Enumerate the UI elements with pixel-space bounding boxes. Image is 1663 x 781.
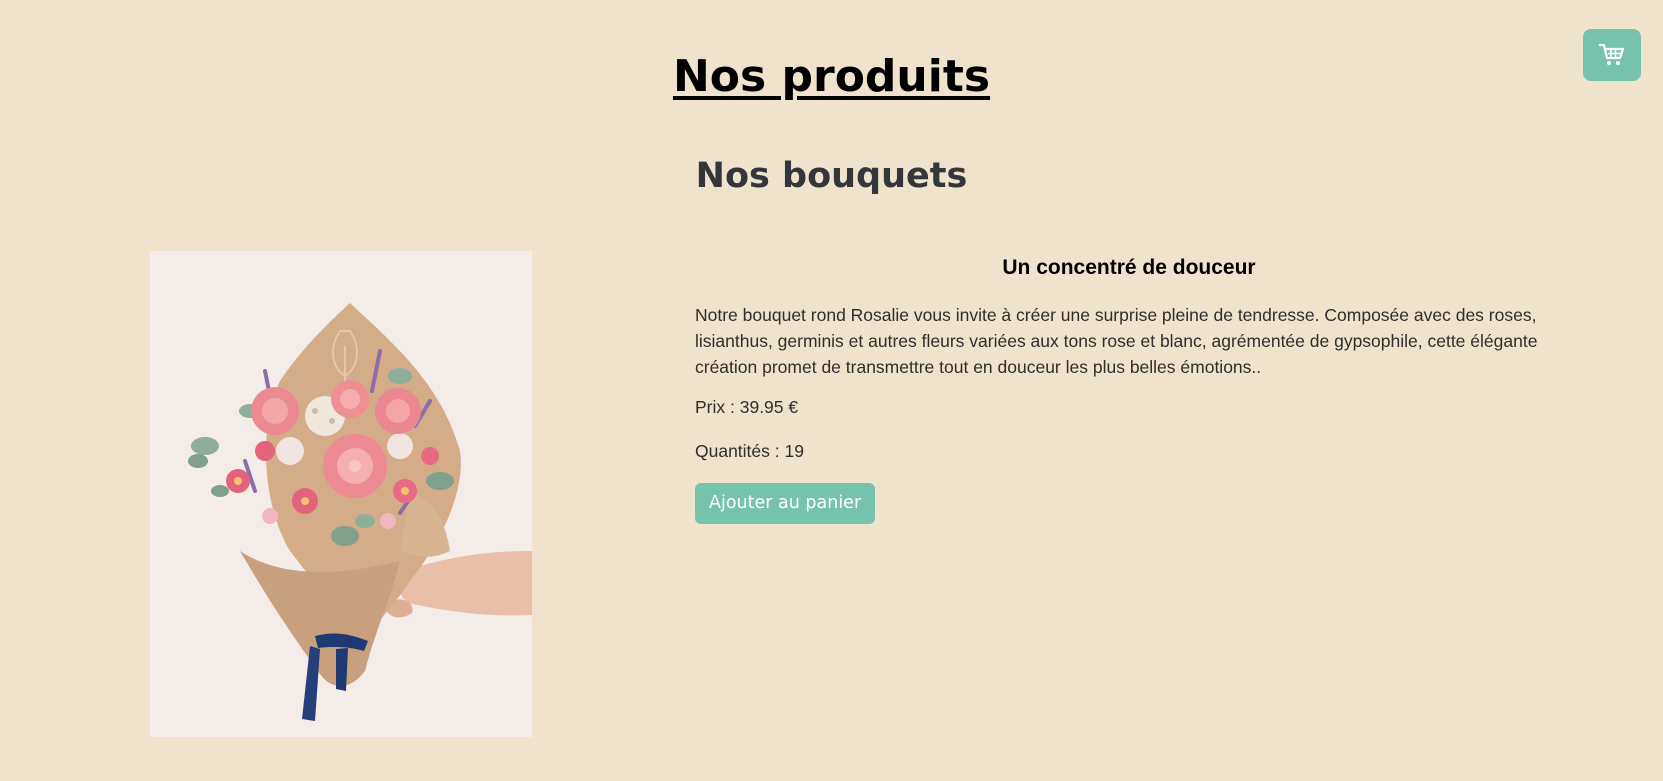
product-description: Notre bouquet rond Rosalie vous invite à… [695,305,1538,377]
product-quantity: Quantités : 19 [695,441,804,461]
product-image [150,251,532,737]
product-name: Un concentré de douceur [1002,256,1256,279]
page-title: Nos produits [672,51,991,102]
product-price: Prix : 39.95 € [695,397,799,417]
add-to-cart-button[interactable]: Ajouter au panier [695,483,876,524]
product-details: Un concentré de douceur Notre bouquet ro… [695,252,1563,524]
section-title: Nos bouquets [695,156,968,196]
